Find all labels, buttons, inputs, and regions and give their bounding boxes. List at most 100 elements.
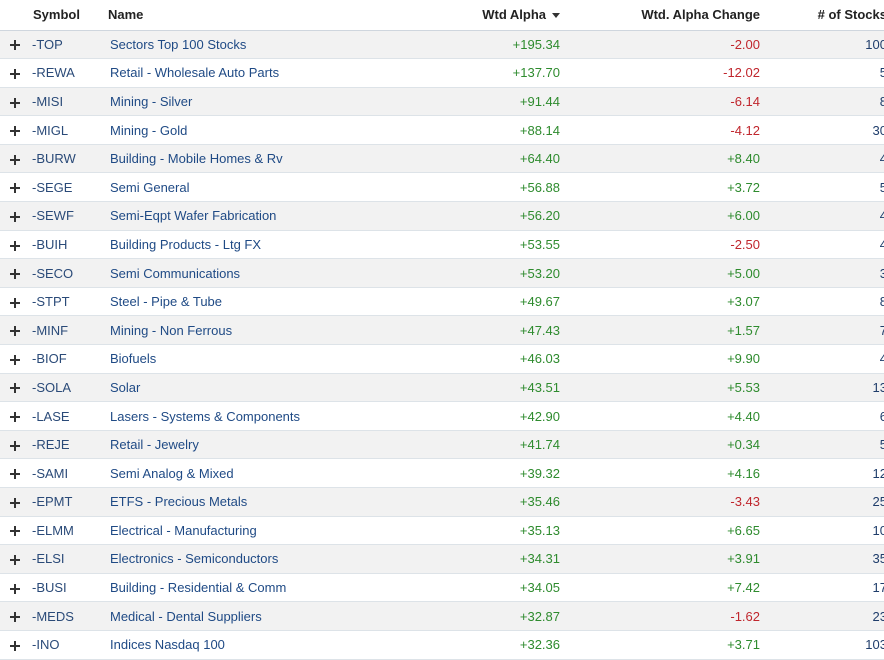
expand-row-button[interactable] xyxy=(0,373,30,403)
column-header-wtd-alpha[interactable]: Wtd Alpha xyxy=(408,0,560,31)
table-row[interactable]: -MINFMining - Non Ferrous+47.43+1.577 xyxy=(0,315,884,346)
table-row[interactable]: -SECOSemi Communications+53.20+5.003 xyxy=(0,258,884,288)
table-row[interactable]: -INOIndices Nasdaq 100+32.36+3.71103 xyxy=(0,630,884,660)
plus-icon[interactable] xyxy=(10,183,20,194)
expand-row-button[interactable] xyxy=(0,458,30,488)
plus-icon[interactable] xyxy=(10,583,20,594)
row-symbol[interactable]: -LASE xyxy=(30,401,108,431)
row-name-link[interactable]: Electronics - Semiconductors xyxy=(108,544,408,574)
table-row[interactable]: -SEWF Semi-Eqpt Wafer Fabrication +56.20 +6… xyxy=(0,201,884,231)
row-symbol[interactable]: -MIGL xyxy=(30,115,108,145)
column-header-name[interactable]: Name xyxy=(108,0,408,31)
plus-icon[interactable] xyxy=(10,97,20,108)
expand-row-button[interactable] xyxy=(0,430,30,460)
table-row[interactable]: -BURW Building - Mobile Homes & Rv +64.40 +… xyxy=(0,144,884,174)
plus-icon[interactable] xyxy=(10,612,20,623)
row-symbol[interactable]: -REWA xyxy=(30,58,108,88)
plus-icon[interactable] xyxy=(10,154,20,165)
plus-icon[interactable] xyxy=(10,440,20,451)
expand-row-button[interactable] xyxy=(0,230,30,260)
expand-row-button[interactable] xyxy=(0,30,30,60)
row-symbol[interactable]: -MEDS xyxy=(30,601,108,631)
row-symbol[interactable]: -SOLA xyxy=(30,373,108,403)
table-row[interactable]: -MEDS Medical - Dental Suppliers +32.87 -1.… xyxy=(0,601,884,631)
expand-row-button[interactable] xyxy=(0,544,30,574)
table-row[interactable]: -ELMM Electrical - Manufacturing +35.13 +6.… xyxy=(0,516,884,546)
expand-row-button[interactable] xyxy=(0,58,30,88)
row-name-link[interactable]: Retail - Jewelry xyxy=(108,430,408,460)
plus-icon[interactable] xyxy=(10,383,20,394)
row-symbol[interactable]: -ELSI xyxy=(30,544,108,574)
row-symbol[interactable]: -MISI xyxy=(30,87,108,117)
column-header-num-stocks[interactable]: # of Stocks xyxy=(760,0,884,31)
row-name-link[interactable]: Building Products - Ltg FX xyxy=(108,230,408,260)
row-symbol[interactable]: -BURW xyxy=(30,144,108,174)
plus-icon[interactable] xyxy=(10,354,20,365)
expand-row-button[interactable] xyxy=(0,516,30,546)
row-symbol[interactable]: -ELMM xyxy=(30,516,108,546)
table-row[interactable]: -SAMISemi Analog & Mixed+39.32+4.1612 xyxy=(0,458,884,488)
plus-icon[interactable] xyxy=(10,211,20,222)
expand-row-button[interactable] xyxy=(0,344,30,374)
expand-row-button[interactable] xyxy=(0,258,30,288)
table-row[interactable]: -REWA Retail - Wholesale Auto Parts +137.7… xyxy=(0,58,884,88)
expand-row-button[interactable] xyxy=(0,87,30,117)
plus-icon[interactable] xyxy=(10,469,20,480)
expand-row-button[interactable] xyxy=(0,401,30,431)
table-row[interactable]: -STPTSteel - Pipe & Tube+49.67+3.078 xyxy=(0,287,884,317)
expand-row-button[interactable] xyxy=(0,201,30,231)
plus-icon[interactable] xyxy=(10,40,20,51)
expand-row-button[interactable] xyxy=(0,144,30,174)
row-name-link[interactable]: Building - Residential & Comm xyxy=(108,573,408,603)
row-name-link[interactable]: Electrical - Manufacturing xyxy=(108,516,408,546)
row-symbol[interactable]: -TOP xyxy=(30,30,108,60)
table-row[interactable]: -BUSI Building - Residential & Comm +34.05… xyxy=(0,573,884,603)
plus-icon[interactable] xyxy=(10,526,20,537)
expand-row-button[interactable] xyxy=(0,487,30,517)
plus-icon[interactable] xyxy=(10,240,20,251)
row-symbol[interactable]: -INO xyxy=(30,630,108,660)
column-header-alpha-change[interactable]: Wtd. Alpha Change xyxy=(560,0,760,31)
expand-row-button[interactable] xyxy=(0,287,30,317)
row-name-link[interactable]: Semi-Eqpt Wafer Fabrication xyxy=(108,201,408,231)
expand-row-button[interactable] xyxy=(0,172,30,203)
row-name-link[interactable]: Lasers - Systems & Components xyxy=(108,401,408,431)
plus-icon[interactable] xyxy=(10,555,20,566)
row-name-link[interactable]: Sectors Top 100 Stocks xyxy=(108,30,408,60)
row-symbol[interactable]: -STPT xyxy=(30,287,108,317)
row-name-link[interactable]: ETFS - Precious Metals xyxy=(108,487,408,517)
row-name-link[interactable]: Steel - Pipe & Tube xyxy=(108,287,408,317)
plus-icon[interactable] xyxy=(10,269,20,280)
row-name-link[interactable]: Indices Nasdaq 100 xyxy=(108,630,408,660)
row-name-link[interactable]: Semi General xyxy=(108,172,408,203)
row-symbol[interactable]: -EPMT xyxy=(30,487,108,517)
expand-row-button[interactable] xyxy=(0,573,30,603)
row-name-link[interactable]: Biofuels xyxy=(108,344,408,374)
table-row[interactable]: -SOLASolar+43.51+5.5313 xyxy=(0,373,884,403)
table-row[interactable]: -REJERetail - Jewelry+41.74+0.345 xyxy=(0,430,884,460)
row-name-link[interactable]: Mining - Non Ferrous xyxy=(108,315,408,346)
table-row[interactable]: -TOP Sectors Top 100 Stocks +195.34 -2.00 10… xyxy=(0,30,884,60)
table-row[interactable]: -SEGESemi General+56.88+3.725 xyxy=(0,172,884,203)
row-symbol[interactable]: -SEWF xyxy=(30,201,108,231)
row-symbol[interactable]: -SAMI xyxy=(30,458,108,488)
column-header-symbol[interactable]: Symbol xyxy=(30,0,108,31)
table-row[interactable]: -EPMTETFS - Precious Metals+35.46-3.4325 xyxy=(0,487,884,517)
row-symbol[interactable]: -BIOF xyxy=(30,344,108,374)
table-row[interactable]: -ELSI Electronics - Semiconductors +34.31 +… xyxy=(0,544,884,574)
expand-row-button[interactable] xyxy=(0,601,30,631)
row-symbol[interactable]: -MINF xyxy=(30,315,108,346)
plus-icon[interactable] xyxy=(10,640,20,651)
plus-icon[interactable] xyxy=(10,326,20,337)
expand-row-button[interactable] xyxy=(0,315,30,346)
plus-icon[interactable] xyxy=(10,497,20,508)
table-row[interactable]: -MIGLMining - Gold+88.14-4.1230 xyxy=(0,115,884,145)
table-row[interactable]: -MISIMining - Silver+91.44-6.148 xyxy=(0,87,884,117)
row-name-link[interactable]: Medical - Dental Suppliers xyxy=(108,601,408,631)
row-name-link[interactable]: Mining - Silver xyxy=(108,87,408,117)
plus-icon[interactable] xyxy=(10,68,20,79)
row-name-link[interactable]: Building - Mobile Homes & Rv xyxy=(108,144,408,174)
row-symbol[interactable]: -SEGE xyxy=(30,172,108,203)
expand-row-button[interactable] xyxy=(0,115,30,145)
row-name-link[interactable]: Semi Communications xyxy=(108,258,408,288)
